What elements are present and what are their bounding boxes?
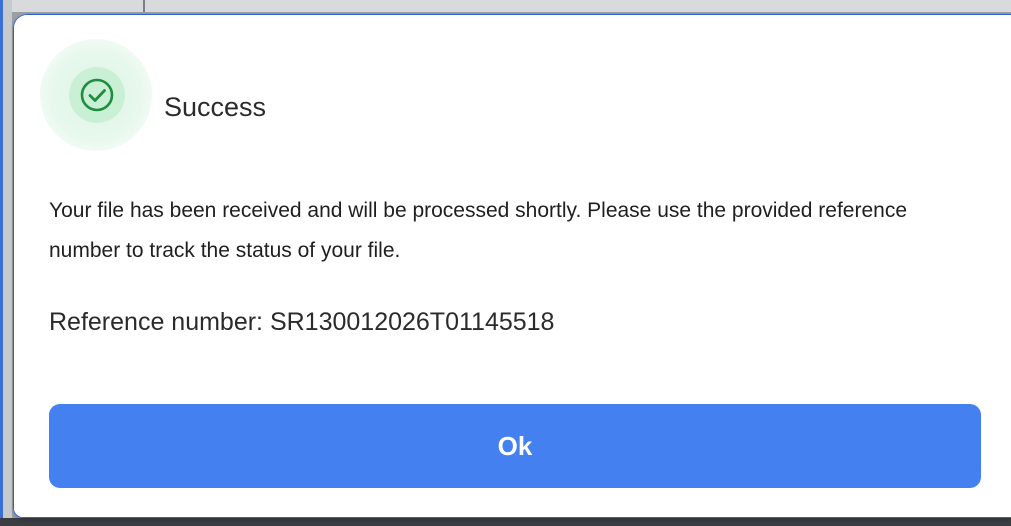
dialog-message: Your file has been received and will be … [49, 199, 908, 262]
check-circle-icon [80, 78, 114, 112]
ok-button[interactable]: Ok [49, 404, 981, 488]
success-dialog: Success Your file has been received and … [13, 14, 1011, 518]
dialog-body: Success Your file has been received and … [14, 15, 1011, 517]
dialog-title: Success [164, 92, 267, 122]
background-window-edge [0, 0, 1011, 12]
background-bottom-edge [0, 518, 1011, 526]
reference-number: Reference number: SR130012026T01145518 [49, 308, 555, 336]
background-window-left-edge [0, 0, 12, 526]
success-icon-badge [69, 67, 125, 123]
